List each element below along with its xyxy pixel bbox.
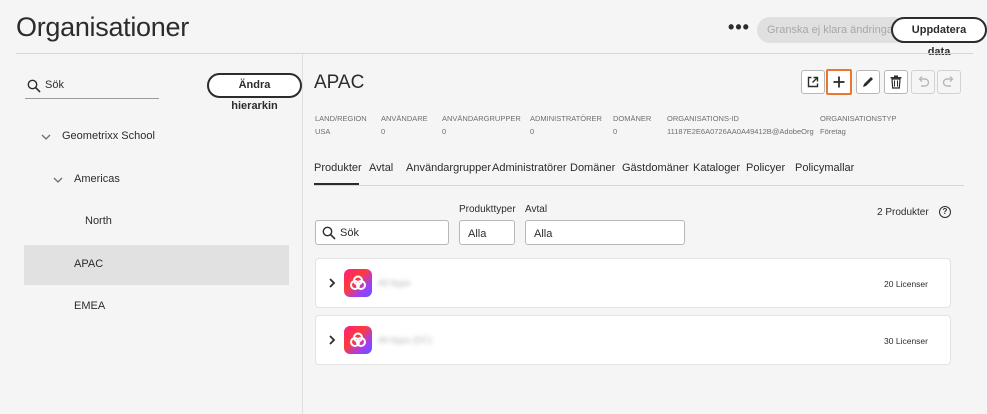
tree-item-americas[interactable]: Americas (24, 160, 289, 200)
tab-policies[interactable]: Policyer (746, 162, 785, 174)
product-types-select[interactable]: Alla (459, 220, 515, 245)
tab-contracts[interactable]: Avtal (369, 162, 393, 174)
product-row[interactable]: All Apps (DC) 30 Licenser (315, 315, 951, 365)
meta-users: ANVÄNDARE 0 (381, 112, 428, 138)
org-title: APAC (314, 72, 365, 93)
review-changes-button[interactable]: Granska ej klara ändringar (757, 17, 907, 43)
meta-user-groups: ANVÄNDARGRUPPER 0 (442, 112, 521, 138)
update-data-button[interactable]: Uppdatera data (891, 17, 987, 58)
meta-key: DOMÄNER (613, 114, 652, 123)
tab-trusted-domains[interactable]: Gästdomäner (622, 162, 689, 174)
open-external-button[interactable] (801, 70, 825, 94)
product-count: 2 Produkter (877, 207, 929, 218)
tab-products[interactable]: Produkter (314, 162, 362, 174)
chevron-down-icon[interactable] (40, 131, 52, 143)
tab-domains[interactable]: Domäner (570, 162, 615, 174)
contract-label: Avtal (525, 204, 548, 215)
meta-key: ADMINISTRATÖRER (530, 114, 602, 123)
meta-value: 0 (613, 127, 618, 136)
change-hierarchy-button[interactable]: Ändra hierarkin (207, 73, 302, 112)
meta-value: 0 (530, 127, 535, 136)
delete-button[interactable] (884, 70, 908, 94)
search-icon (322, 226, 336, 240)
product-search-placeholder: Sök (340, 227, 359, 239)
product-types-value: Alla (468, 228, 487, 240)
creative-cloud-icon (350, 275, 366, 290)
meta-org-id: ORGANISATIONS-ID 11187E2E6A0726AA0A49412… (667, 112, 814, 138)
chevron-right-icon[interactable] (327, 277, 337, 289)
tree-item-emea[interactable]: EMEA (24, 287, 289, 327)
meta-org-type: ORGANISATIONSTYP Företag (820, 112, 897, 138)
meta-key: ORGANISATIONS-ID (667, 114, 739, 123)
license-count: 30 Licenser (884, 336, 928, 346)
meta-key: ANVÄNDARE (381, 114, 428, 123)
hierarchy-search-placeholder: Sök (45, 79, 64, 91)
edit-icon (863, 77, 873, 87)
tab-bar: Produkter Avtal Användargrupper Administ… (314, 160, 964, 186)
meta-key: ANVÄNDARGRUPPER (442, 114, 521, 123)
meta-value: 11187E2E6A0726AA0A49412B@AdobeOrg (667, 127, 814, 136)
tree-item-label: North (85, 215, 112, 227)
redo-icon (942, 76, 954, 87)
meta-value: 0 (442, 127, 447, 136)
more-actions-button[interactable]: ••• (728, 18, 750, 40)
meta-key: LAND/REGION (315, 114, 367, 123)
redo-button[interactable] (937, 70, 961, 94)
product-row[interactable]: All Apps 20 Licenser (315, 258, 951, 308)
undo-button[interactable] (911, 70, 935, 94)
tree-item-geometrixx-school[interactable]: Geometrixx School (24, 117, 289, 157)
hierarchy-panel: Sök Ändra hierarkin Geometrixx School Am… (0, 54, 303, 414)
license-count: 20 Licenser (884, 279, 928, 289)
creative-cloud-logo (344, 326, 372, 354)
product-name: All Apps (378, 278, 411, 288)
tab-catalogs[interactable]: Kataloger (693, 162, 740, 174)
tree-item-label: Americas (74, 173, 120, 185)
add-icon (833, 76, 845, 88)
active-tab-indicator (314, 183, 359, 185)
tab-administrators[interactable]: Administratörer (492, 162, 567, 174)
contract-value: Alla (534, 228, 553, 240)
tree-item-label: APAC (74, 258, 104, 270)
product-types-label: Produkttyper (459, 204, 516, 215)
undo-icon (918, 76, 930, 87)
open-external-icon (807, 76, 819, 88)
meta-value: Företag (820, 127, 846, 136)
edit-button[interactable] (856, 70, 880, 94)
chevron-right-icon[interactable] (327, 334, 337, 346)
help-icon[interactable]: ? (939, 206, 951, 218)
meta-key: ORGANISATIONSTYP (820, 114, 897, 123)
hierarchy-search-input[interactable]: Sök (25, 75, 159, 99)
tree-item-apac[interactable]: APAC (24, 245, 289, 285)
add-button[interactable] (826, 69, 852, 95)
tab-policy-templates[interactable]: Policymallar (795, 162, 854, 174)
contract-select[interactable]: Alla (525, 220, 685, 245)
creative-cloud-icon (350, 332, 366, 347)
search-icon (27, 79, 41, 93)
meta-value: USA (315, 127, 331, 136)
delete-icon (890, 75, 902, 89)
page-title: Organisationer (16, 12, 189, 42)
meta-value: 0 (381, 127, 386, 136)
product-search-input[interactable]: Sök (315, 220, 449, 245)
tree-item-label: EMEA (74, 300, 106, 312)
tree-item-north[interactable]: North (24, 202, 289, 242)
meta-domains: DOMÄNER 0 (613, 112, 651, 138)
tab-user-groups[interactable]: Användargrupper (406, 162, 491, 174)
meta-admins: ADMINISTRATÖRER 0 (530, 112, 602, 138)
product-name: All Apps (DC) (378, 335, 433, 345)
meta-country: LAND/REGION USA (315, 112, 367, 138)
chevron-down-icon[interactable] (52, 174, 64, 186)
creative-cloud-logo (344, 269, 372, 297)
tree-item-label: Geometrixx School (62, 130, 155, 142)
